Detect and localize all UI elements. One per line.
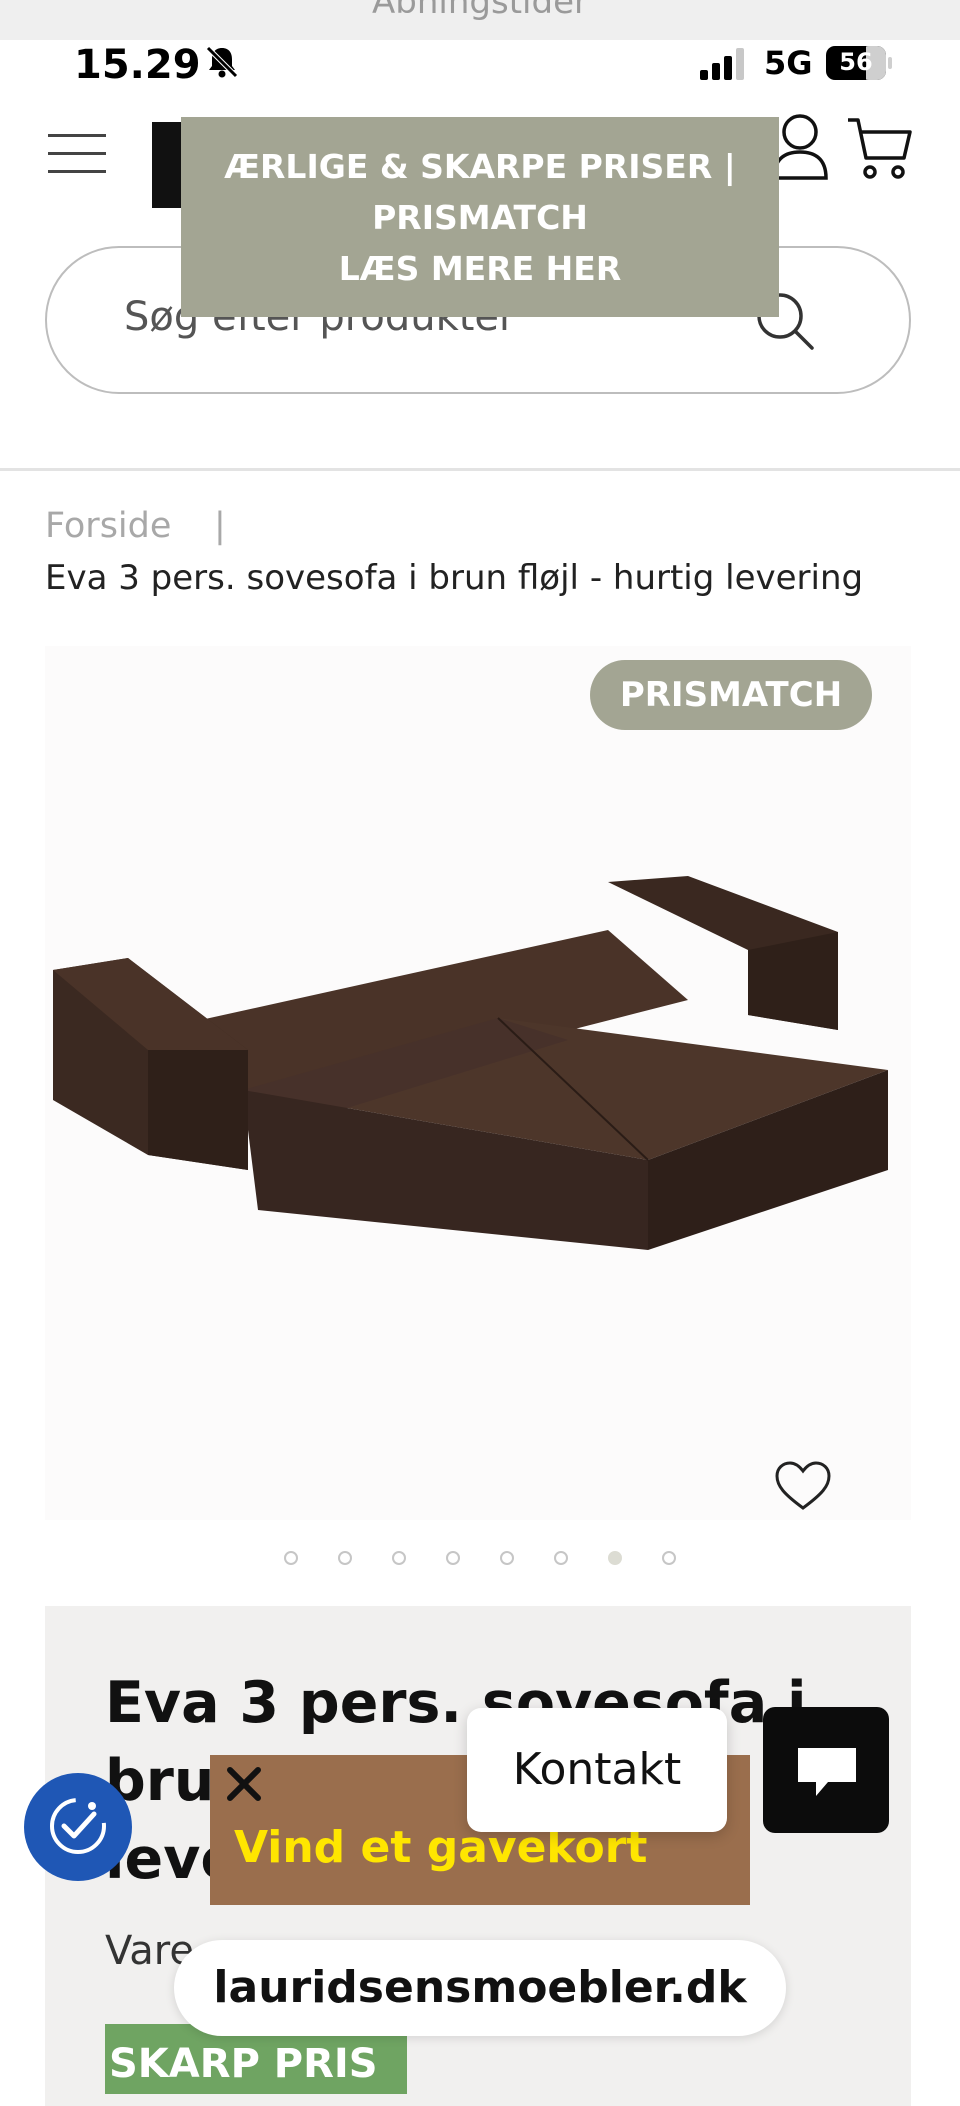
bell-muted-icon	[206, 46, 238, 78]
contact-button[interactable]: Kontakt	[467, 1708, 727, 1832]
gallery-dot[interactable]	[500, 1551, 514, 1565]
gallery-dot[interactable]	[554, 1551, 568, 1565]
hamburger-menu-icon[interactable]	[48, 132, 108, 176]
heart-wishlist-icon[interactable]	[774, 1460, 832, 1512]
browser-url-bar[interactable]: lauridsensmoebler.dk	[174, 1940, 786, 2036]
promo-line-3: LÆS MERE HER	[338, 249, 622, 288]
shopping-cart-icon[interactable]	[846, 112, 914, 182]
opening-hours-link[interactable]: Åbningstider	[0, 0, 960, 22]
status-time: 15.29	[74, 42, 201, 88]
chat-bubble-icon	[798, 1748, 856, 1796]
gallery-dot[interactable]	[446, 1551, 460, 1565]
battery-level: 56	[839, 48, 873, 76]
prismatch-badge: PRISMATCH	[590, 660, 872, 730]
promo-line-2: PRISMATCH	[372, 198, 588, 237]
breadcrumb-home-link[interactable]: Forside	[45, 506, 171, 546]
gallery-dot[interactable]	[608, 1551, 622, 1565]
sofa-product-image	[53, 876, 888, 1250]
close-icon[interactable]	[222, 1762, 266, 1806]
header-divider	[0, 468, 960, 471]
breadcrumb-current: Eva 3 pers. sovesofa i brun fløjl - hurt…	[45, 558, 864, 598]
network-type: 5G	[764, 44, 813, 82]
promo-line-1: ÆRLIGE & SKARPE PRISER |	[224, 147, 736, 186]
cell-signal-icon	[700, 48, 744, 80]
accessibility-icon	[50, 1798, 106, 1854]
user-account-icon[interactable]	[770, 112, 830, 182]
promo-banner[interactable]: ÆRLIGE & SKARPE PRISER | PRISMATCH LÆS M…	[181, 117, 779, 317]
gallery-dot[interactable]	[662, 1551, 676, 1565]
gallery-dot[interactable]	[338, 1551, 352, 1565]
breadcrumb-separator: |	[214, 506, 226, 546]
gallery-dot[interactable]	[284, 1551, 298, 1565]
gallery-dot[interactable]	[392, 1551, 406, 1565]
